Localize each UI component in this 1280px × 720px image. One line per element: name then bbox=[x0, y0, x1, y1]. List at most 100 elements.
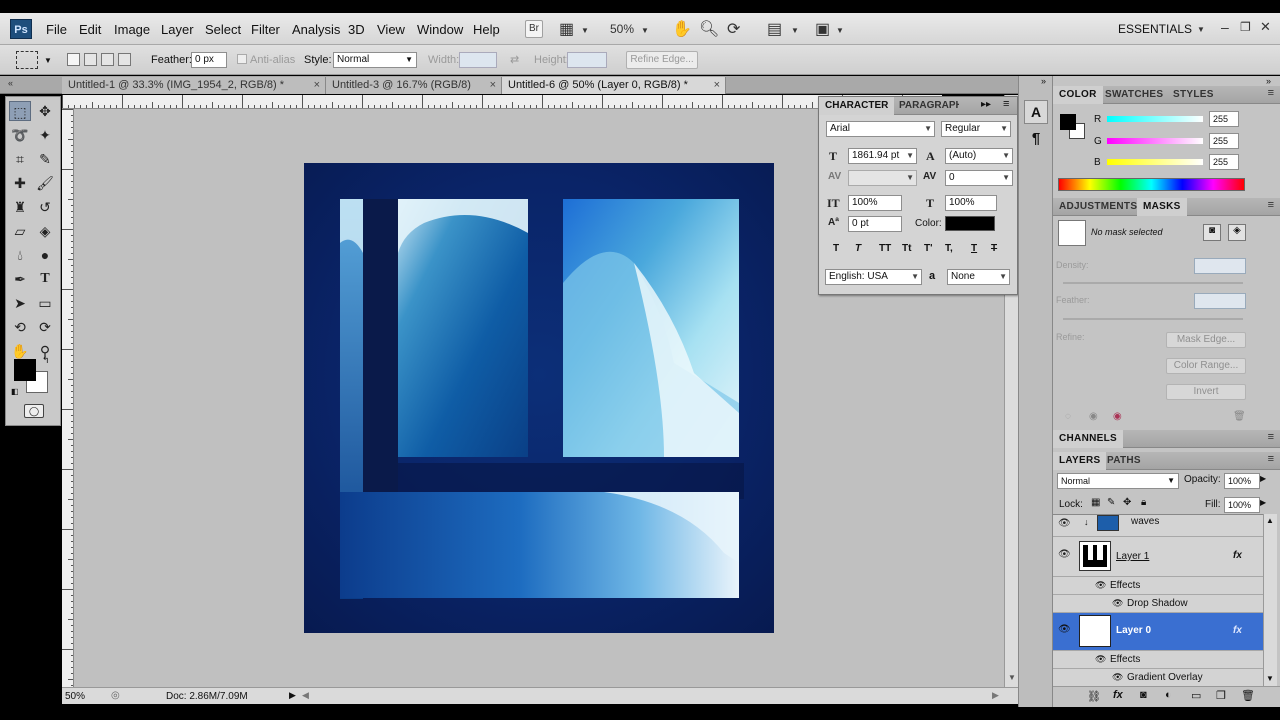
delete-layer-icon[interactable]: 🗑︎ bbox=[1241, 689, 1255, 702]
strikethrough-button[interactable]: T bbox=[991, 243, 997, 254]
dodge-tool-icon[interactable]: ● bbox=[34, 245, 56, 265]
drop-shadow-effect-row[interactable]: 👁︎ Drop Shadow bbox=[1053, 595, 1263, 613]
style-select[interactable]: Normal ▼ bbox=[333, 52, 417, 68]
hand-tool-icon[interactable]: ✋ bbox=[672, 19, 692, 39]
small-caps-button[interactable]: Tt bbox=[902, 243, 911, 254]
tab-untitled-6[interactable]: Untitled-6 @ 50% (Layer 0, RGB/8) * × bbox=[502, 77, 726, 94]
tab-close-icon[interactable]: × bbox=[314, 77, 320, 93]
tab-channels[interactable]: CHANNELS bbox=[1053, 430, 1123, 448]
path-selection-tool-icon[interactable]: ➤ bbox=[9, 293, 31, 313]
menu-layer[interactable]: Layer bbox=[161, 22, 194, 37]
add-mask-icon[interactable]: ◙ bbox=[1140, 689, 1147, 701]
healing-brush-tool-icon[interactable]: ✚ bbox=[9, 173, 31, 193]
effects-eye-icon[interactable]: 👁︎ bbox=[1095, 580, 1106, 591]
panels-collapse-icon[interactable]: » bbox=[1266, 76, 1271, 86]
green-slider[interactable] bbox=[1107, 138, 1203, 144]
paragraph-panel-icon[interactable]: ¶ bbox=[1024, 128, 1048, 152]
blue-value[interactable]: 255 bbox=[1209, 154, 1239, 170]
new-layer-icon[interactable]: ❐ bbox=[1216, 689, 1226, 702]
chevron-down-icon[interactable]: ▼ bbox=[581, 26, 589, 35]
3d-orbit-tool-icon[interactable]: ⟳ bbox=[34, 317, 56, 337]
rotate-view-icon[interactable]: ⟳ bbox=[727, 19, 740, 39]
apply-mask-icon[interactable]: ◉ bbox=[1089, 411, 1098, 422]
visibility-eye-icon[interactable]: 👁︎ bbox=[1058, 624, 1071, 635]
width-input[interactable] bbox=[459, 52, 497, 68]
layers-scrollbar[interactable]: ▲ ▼ bbox=[1263, 514, 1277, 686]
font-style-select[interactable]: Regular ▼ bbox=[941, 121, 1011, 137]
underline-button[interactable]: T bbox=[971, 243, 977, 254]
height-input[interactable] bbox=[567, 52, 607, 68]
panel-menu-icon[interactable]: ≡ bbox=[1268, 87, 1274, 99]
visibility-eye-icon[interactable]: 👁︎ bbox=[1058, 549, 1071, 560]
zoom-dropdown-icon[interactable]: ▼ bbox=[641, 26, 649, 35]
status-zoom[interactable]: 50% bbox=[65, 691, 85, 702]
opacity-arrow-icon[interactable]: ▶ bbox=[1260, 474, 1266, 483]
intersect-selection-icon[interactable] bbox=[118, 53, 131, 66]
default-colors-icon[interactable]: ◧ bbox=[11, 387, 19, 396]
visibility-eye-icon[interactable]: 👁︎ bbox=[1058, 518, 1071, 529]
fill-field[interactable]: 100% bbox=[1224, 497, 1260, 513]
lock-pixels-icon[interactable]: ✎ bbox=[1107, 497, 1115, 508]
superscript-button[interactable]: T' bbox=[924, 243, 933, 254]
new-group-icon[interactable]: ▭ bbox=[1191, 689, 1201, 702]
tab-styles[interactable]: STYLES bbox=[1167, 86, 1220, 104]
font-size-field[interactable]: 1861.94 pt ▼ bbox=[848, 148, 917, 164]
horizontal-scale-field[interactable]: 100% bbox=[945, 195, 997, 211]
tab-masks[interactable]: MASKS bbox=[1137, 198, 1187, 216]
swap-colors-icon[interactable]: ↰ bbox=[42, 355, 50, 366]
lasso-tool-icon[interactable]: ➰ bbox=[9, 125, 31, 145]
rectangle-tool-icon[interactable]: ▭ bbox=[34, 293, 56, 313]
invert-button[interactable]: Invert bbox=[1166, 384, 1246, 400]
bridge-button[interactable]: Br bbox=[525, 20, 543, 38]
layer-row-layer1[interactable]: 👁︎ Layer 1 fx bbox=[1053, 537, 1263, 577]
color-spectrum[interactable] bbox=[1058, 178, 1245, 191]
tab-paragraph[interactable]: PARAGRAPH bbox=[895, 97, 959, 115]
refine-edge-button[interactable]: Refine Edge... bbox=[626, 51, 698, 69]
feather-input[interactable]: 0 px bbox=[191, 52, 227, 68]
eraser-tool-icon[interactable]: ▱ bbox=[9, 221, 31, 241]
panel-menu-icon[interactable]: ≡ bbox=[1268, 453, 1274, 465]
lock-transparency-icon[interactable]: ▦ bbox=[1091, 497, 1100, 508]
crop-tool-icon[interactable]: ⌗ bbox=[9, 149, 31, 169]
preset-dropdown-icon[interactable]: ▼ bbox=[44, 56, 52, 65]
leading-field[interactable]: (Auto) ▼ bbox=[945, 148, 1013, 164]
arrange-dropdown-icon[interactable]: ▼ bbox=[791, 26, 799, 35]
document-canvas[interactable] bbox=[304, 163, 774, 633]
disable-mask-icon[interactable]: ◉ bbox=[1113, 411, 1122, 422]
green-value[interactable]: 255 bbox=[1209, 133, 1239, 149]
load-selection-icon[interactable]: ◌ bbox=[1065, 411, 1071, 422]
vector-mask-icon[interactable]: ◈ bbox=[1228, 224, 1246, 241]
panel-menu-icon[interactable]: ≡ bbox=[1268, 199, 1274, 211]
scroll-left-icon[interactable]: ◀ bbox=[302, 690, 309, 701]
type-tool-icon[interactable]: T bbox=[34, 269, 56, 289]
eyedropper-tool-icon[interactable]: ✎ bbox=[34, 149, 56, 169]
tab-untitled-3[interactable]: Untitled-3 @ 16.7% (RGB/8) × bbox=[326, 77, 502, 94]
new-selection-icon[interactable] bbox=[67, 53, 80, 66]
marquee-tool-preset-icon[interactable] bbox=[16, 51, 38, 69]
zoom-level[interactable]: 50% bbox=[610, 22, 634, 36]
tab-untitled-1[interactable]: Untitled-1 @ 33.3% (IMG_1954_2, RGB/8) *… bbox=[62, 77, 326, 94]
tab-color[interactable]: COLOR bbox=[1053, 86, 1103, 104]
scroll-down-icon[interactable]: ▼ bbox=[1266, 674, 1274, 683]
effects-eye-icon[interactable]: 👁︎ bbox=[1095, 654, 1106, 665]
density-field[interactable] bbox=[1194, 258, 1246, 274]
collapse-arrows-icon[interactable]: « bbox=[8, 78, 13, 88]
red-value[interactable]: 255 bbox=[1209, 111, 1239, 127]
dock-collapse-icon[interactable]: » bbox=[1041, 76, 1046, 86]
tracking-field[interactable]: 0 ▼ bbox=[945, 170, 1013, 186]
feather-slider[interactable] bbox=[1063, 318, 1243, 320]
delete-mask-icon[interactable]: 🗑︎ bbox=[1233, 411, 1246, 422]
restore-icon[interactable]: ❐ bbox=[1240, 20, 1251, 34]
tab-swatches[interactable]: SWATCHES bbox=[1099, 86, 1169, 104]
fill-arrow-icon[interactable]: ▶ bbox=[1260, 498, 1266, 507]
tab-adjustments[interactable]: ADJUSTMENTS bbox=[1053, 198, 1143, 216]
move-tool-icon[interactable]: ✥ bbox=[34, 101, 56, 121]
opacity-field[interactable]: 100% bbox=[1224, 473, 1260, 489]
red-slider[interactable] bbox=[1107, 116, 1203, 122]
font-family-select[interactable]: Arial ▼ bbox=[826, 121, 935, 137]
clone-stamp-tool-icon[interactable]: ♜ bbox=[9, 197, 31, 217]
scroll-up-icon[interactable]: ▲ bbox=[1266, 516, 1274, 525]
layer1-effects-row[interactable]: 👁︎ Effects bbox=[1053, 577, 1263, 595]
color-range-button[interactable]: Color Range... bbox=[1166, 358, 1246, 374]
lock-position-icon[interactable]: ✥ bbox=[1123, 497, 1131, 508]
